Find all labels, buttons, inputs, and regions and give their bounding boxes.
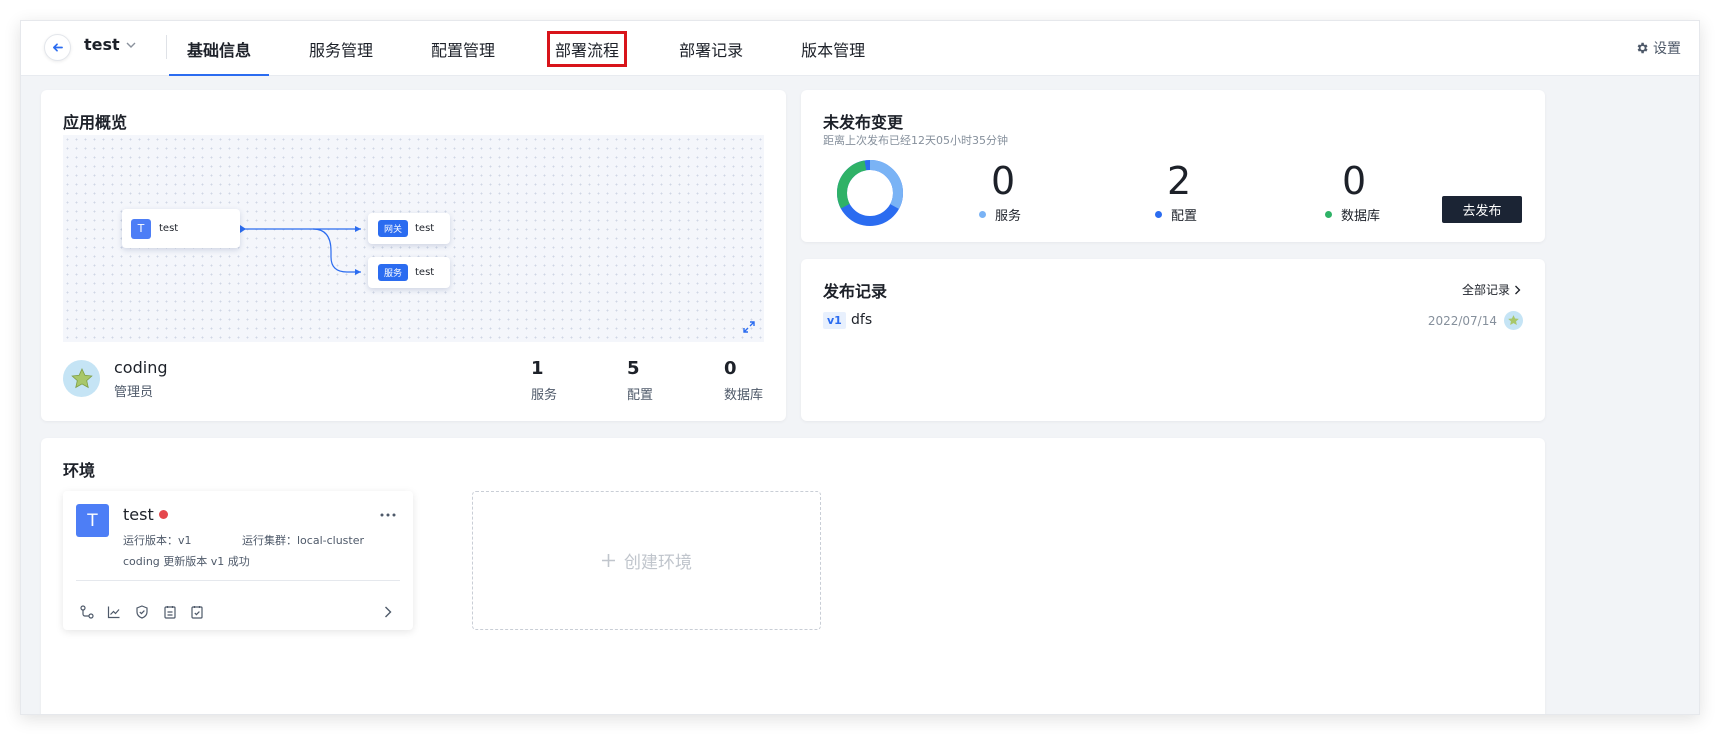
settings-label: 设置 bbox=[1653, 41, 1681, 57]
chart-line-icon[interactable] bbox=[107, 605, 121, 619]
legend-dot bbox=[1325, 211, 1332, 218]
stat-services-value: 1 bbox=[531, 358, 544, 379]
create-environment-label: 创建环境 bbox=[624, 553, 692, 573]
overview-title: 应用概览 bbox=[63, 113, 128, 132]
tab-basic-info[interactable]: 基础信息 bbox=[169, 21, 270, 76]
env-card-divider bbox=[76, 580, 400, 581]
expand-icon[interactable] bbox=[743, 321, 755, 333]
settings-button[interactable]: 设置 bbox=[1635, 38, 1681, 58]
pipeline-icon[interactable] bbox=[80, 605, 94, 619]
tab-service-management[interactable]: 服务管理 bbox=[291, 21, 391, 76]
env-run-version: 运行版本：v1 bbox=[123, 534, 192, 547]
owner-role: 管理员 bbox=[114, 385, 154, 400]
env-avatar: T bbox=[76, 504, 109, 537]
tab-deploy-process[interactable]: 部署流程 bbox=[535, 21, 639, 76]
legend-services: 服务 bbox=[979, 205, 1021, 224]
environment-card: 环境 T test 运行版本：v1 运行集群：local-cluster cod… bbox=[41, 438, 1545, 714]
stat-databases-label: 数据库 bbox=[724, 388, 764, 403]
environment-title: 环境 bbox=[63, 461, 96, 480]
legend-dot bbox=[1155, 211, 1162, 218]
stat-configs-value: 5 bbox=[627, 358, 640, 379]
header-divider bbox=[166, 35, 167, 59]
unpublished-subtitle: 距离上次发布已经12天05小时35分钟 bbox=[823, 134, 1008, 147]
top-navigation-bar: test 基础信息 服务管理 配置管理 部署流程 部署记录 版本管理 设置 bbox=[21, 21, 1699, 76]
plus-icon bbox=[602, 554, 615, 567]
app-name: test bbox=[84, 35, 120, 54]
release-date: 2022/07/14 bbox=[1427, 314, 1497, 328]
chevron-down-icon bbox=[126, 42, 136, 48]
topology-node-gateway[interactable]: 网关 test bbox=[368, 213, 450, 244]
app-window: test 基础信息 服务管理 配置管理 部署流程 部署记录 版本管理 设置 应用… bbox=[20, 20, 1700, 715]
back-button[interactable] bbox=[44, 34, 71, 61]
changes-donut-chart bbox=[837, 160, 903, 226]
topology-node-service[interactable]: 服务 test bbox=[368, 257, 450, 288]
release-records-title: 发布记录 bbox=[823, 282, 888, 301]
env-update-text: coding 更新版本 v1 成功 bbox=[123, 555, 250, 568]
topology-canvas[interactable]: T test 网关 test 服务 test bbox=[63, 135, 764, 342]
owner-name: coding bbox=[114, 358, 168, 377]
document-icon[interactable] bbox=[163, 605, 177, 619]
stat-databases-value: 0 bbox=[724, 358, 737, 379]
env-name: test bbox=[123, 505, 154, 524]
node-service-tag: 服务 bbox=[378, 264, 409, 281]
env-status-dot bbox=[158, 510, 168, 519]
legend-configs: 配置 bbox=[1155, 205, 1197, 224]
node-service-name: test bbox=[415, 267, 435, 278]
node-gateway-tag: 网关 bbox=[378, 220, 409, 237]
gear-icon bbox=[1637, 42, 1648, 54]
unpublished-databases-count: 0 bbox=[1342, 159, 1367, 203]
app-switcher[interactable]: test bbox=[84, 35, 136, 54]
shield-icon[interactable] bbox=[135, 605, 149, 619]
release-records-card: 发布记录 全部记录 v1 dfs 2022/07/14 bbox=[801, 259, 1545, 421]
release-record-row[interactable]: v1 dfs 2022/07/14 bbox=[823, 311, 1523, 333]
tab-config-management[interactable]: 配置管理 bbox=[413, 21, 513, 76]
environment-item-test[interactable]: T test 运行版本：v1 运行集群：local-cluster coding… bbox=[63, 491, 413, 630]
unpublished-services-count: 0 bbox=[991, 159, 1016, 203]
tab-deploy-records[interactable]: 部署记录 bbox=[661, 21, 761, 76]
stat-services-label: 服务 bbox=[531, 388, 558, 403]
calendar-check-icon[interactable] bbox=[190, 605, 204, 619]
unpublished-title: 未发布变更 bbox=[823, 113, 904, 132]
stat-configs-label: 配置 bbox=[627, 388, 654, 403]
unpublished-changes-card: 未发布变更 距离上次发布已经12天05小时35分钟 0 服务 2 配置 0 数据… bbox=[801, 90, 1545, 242]
topology-node-source[interactable]: T test bbox=[122, 209, 240, 248]
arrow-left-icon bbox=[53, 43, 63, 52]
chevron-right-icon[interactable] bbox=[384, 606, 392, 618]
node-gateway-name: test bbox=[415, 223, 435, 234]
release-name: dfs bbox=[851, 312, 873, 328]
star-avatar-icon bbox=[1508, 315, 1519, 326]
owner-avatar bbox=[63, 360, 100, 397]
legend-dot bbox=[979, 211, 986, 218]
node-source-name: test bbox=[159, 223, 179, 234]
release-author-avatar bbox=[1504, 311, 1523, 330]
create-environment-button[interactable]: 创建环境 bbox=[472, 491, 821, 630]
main-tabs: 基础信息 服务管理 配置管理 部署流程 部署记录 版本管理 bbox=[169, 21, 905, 76]
version-badge: v1 bbox=[823, 312, 846, 329]
node-t-icon: T bbox=[131, 218, 151, 239]
legend-databases: 数据库 bbox=[1325, 205, 1380, 224]
all-records-link[interactable]: 全部记录 bbox=[1462, 281, 1521, 298]
star-avatar-icon bbox=[70, 367, 93, 388]
app-overview-card: 应用概览 T test 网关 test 服务 test coding 管理员 1… bbox=[41, 90, 786, 421]
env-name-row: test bbox=[123, 505, 168, 524]
chevron-right-icon bbox=[1515, 285, 1521, 294]
more-icon[interactable] bbox=[380, 513, 396, 517]
unpublished-configs-count: 2 bbox=[1167, 159, 1192, 203]
tab-version-management[interactable]: 版本管理 bbox=[783, 21, 883, 76]
publish-button[interactable]: 去发布 bbox=[1442, 196, 1522, 223]
env-run-cluster: 运行集群：local-cluster bbox=[242, 534, 365, 547]
